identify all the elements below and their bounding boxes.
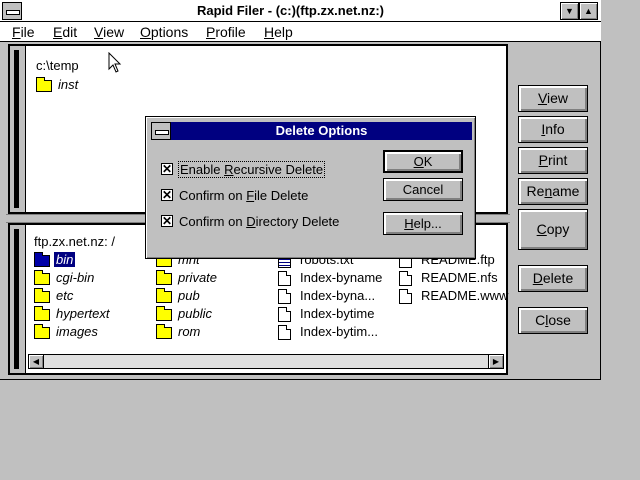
file-icon	[278, 325, 291, 340]
folder-name: cgi-bin	[56, 270, 95, 285]
menu-bar: File Edit View Options Profile Help	[0, 22, 601, 42]
menu-file[interactable]: File	[12, 24, 35, 40]
file-icon	[399, 271, 412, 286]
horizontal-scrollbar[interactable]: ◀ ▶	[28, 354, 504, 369]
checkbox-label: Confirm on File Delete	[179, 188, 309, 203]
scroll-right-button[interactable]: ▶	[488, 355, 503, 368]
folder-item[interactable]: pub	[156, 288, 266, 304]
pane-frame	[10, 225, 26, 373]
folder-item[interactable]: private	[156, 270, 266, 286]
folder-icon	[36, 77, 52, 92]
file-item[interactable]: Index-bytime	[278, 306, 396, 322]
system-menu-button[interactable]	[2, 2, 22, 20]
file-item[interactable]: Index-byna...	[278, 288, 396, 304]
folder-icon	[34, 252, 50, 267]
rename-button[interactable]: Rename	[518, 178, 588, 205]
menu-edit[interactable]: Edit	[53, 24, 77, 40]
minimize-button[interactable]: ▼	[560, 2, 579, 20]
title-bar: Rapid Filer - (c:)(ftp.zx.net.nz:) ▼ ▲	[0, 0, 601, 22]
folder-name: bin	[52, 251, 77, 268]
file-item[interactable]: README.www	[399, 288, 508, 304]
copy-button[interactable]: Copy	[518, 209, 588, 250]
print-button[interactable]: Print	[518, 147, 588, 174]
menu-view[interactable]: View	[94, 24, 124, 40]
dialog-title: Delete Options	[171, 122, 472, 140]
folder-item[interactable]: images	[34, 324, 149, 340]
folder-name: private	[178, 270, 218, 285]
menu-profile[interactable]: Profile	[206, 24, 246, 40]
close-button[interactable]: Close	[518, 307, 588, 334]
folder-name: inst	[58, 77, 79, 92]
window-title: Rapid Filer - (c:)(ftp.zx.net.nz:)	[196, 3, 385, 18]
folder-name: images	[56, 324, 98, 339]
folder-item[interactable]: inst	[36, 77, 156, 93]
file-item[interactable]: Index-byname	[278, 270, 396, 286]
maximize-button[interactable]: ▲	[579, 2, 598, 20]
file-icon	[399, 289, 412, 304]
checkbox-box[interactable]: ✕	[161, 163, 173, 175]
mouse-cursor-icon	[108, 52, 122, 73]
remote-path-label: ftp.zx.net.nz: /	[34, 234, 115, 249]
pane-frame	[10, 46, 26, 212]
file-name: README.nfs	[421, 270, 498, 285]
checkbox-box[interactable]: ✕	[161, 189, 173, 201]
view-button[interactable]: View	[518, 85, 588, 112]
file-name: Index-bytim...	[300, 324, 379, 339]
folder-name: rom	[178, 324, 201, 339]
folder-icon	[34, 270, 50, 285]
file-name: Index-byna...	[300, 288, 376, 303]
file-icon	[278, 289, 291, 304]
folder-name: etc	[56, 288, 74, 303]
file-name: Index-bytime	[300, 306, 375, 321]
delete-button[interactable]: Delete	[518, 265, 588, 292]
folder-icon	[34, 288, 50, 303]
file-name: Index-byname	[300, 270, 383, 285]
ok-button[interactable]: OK	[383, 150, 463, 173]
folder-icon	[34, 306, 50, 321]
folder-name: public	[178, 306, 212, 321]
scroll-left-button[interactable]: ◀	[29, 355, 44, 368]
checkbox-box[interactable]: ✕	[161, 215, 173, 227]
folder-name: pub	[178, 288, 200, 303]
file-icon	[278, 271, 291, 286]
folder-item[interactable]: rom	[156, 324, 266, 340]
dialog-system-menu-button[interactable]	[151, 122, 171, 140]
folder-item-selected[interactable]: bin	[34, 251, 149, 268]
info-button[interactable]: Info	[518, 116, 588, 143]
folder-item[interactable]: etc	[34, 288, 149, 304]
local-path-label: c:\temp	[36, 58, 79, 73]
file-item[interactable]: README.nfs	[399, 270, 503, 286]
cancel-button[interactable]: Cancel	[383, 178, 463, 201]
delete-options-dialog: Delete Options ✕ Enable Recursive Delete…	[145, 116, 476, 259]
checkbox-label: Confirm on Directory Delete	[179, 214, 340, 229]
folder-item[interactable]: public	[156, 306, 266, 322]
folder-icon	[156, 270, 172, 285]
folder-icon	[34, 324, 50, 339]
folder-item[interactable]: hypertext	[34, 306, 149, 322]
menu-options[interactable]: Options	[140, 24, 188, 40]
file-item[interactable]: Index-bytim...	[278, 324, 396, 340]
folder-icon	[156, 324, 172, 339]
checkbox-label: Enable Recursive Delete	[177, 161, 326, 178]
folder-item[interactable]: cgi-bin	[34, 270, 149, 286]
help-button[interactable]: Help...	[383, 212, 463, 235]
file-icon	[278, 307, 291, 322]
menu-help[interactable]: Help	[264, 24, 293, 40]
folder-icon	[156, 288, 172, 303]
folder-icon	[156, 306, 172, 321]
file-name: README.www	[421, 288, 509, 303]
folder-name: hypertext	[56, 306, 110, 321]
